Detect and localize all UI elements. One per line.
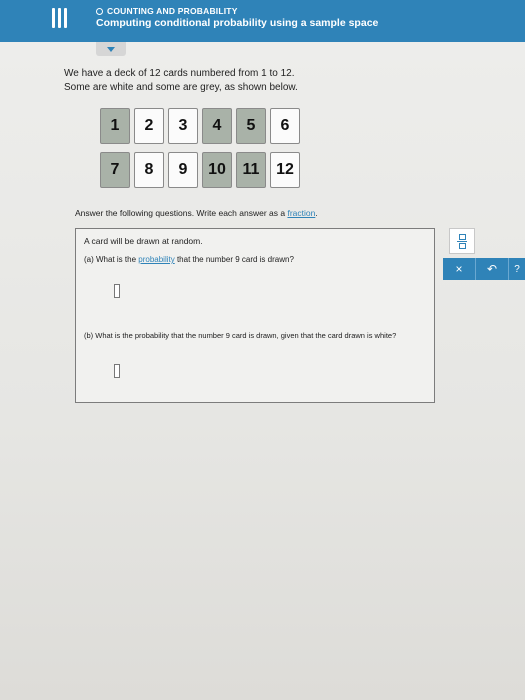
card-10: 10: [202, 152, 232, 188]
card-11: 11: [236, 152, 266, 188]
question-a-suffix: that the number 9 card is drawn?: [174, 255, 294, 264]
header-bar: COUNTING AND PROBABILITY Computing condi…: [0, 0, 525, 42]
cards-row-1: 123456: [100, 108, 300, 144]
card-12: 12: [270, 152, 300, 188]
card-8: 8: [134, 152, 164, 188]
instruction-prefix: Answer the following questions. Write ea…: [75, 208, 288, 218]
fraction-icon: [457, 233, 467, 249]
intro-line-2: Some are white and some are grey, as sho…: [64, 82, 298, 93]
instruction-text: Answer the following questions. Write ea…: [75, 208, 318, 218]
undo-icon: ↶: [486, 262, 498, 276]
question-box: A card will be drawn at random. (a) What…: [75, 228, 435, 403]
collapse-tab[interactable]: [96, 42, 126, 56]
card-7: 7: [100, 152, 130, 188]
card-9: 9: [168, 152, 198, 188]
answer-b-input[interactable]: [114, 364, 120, 378]
card-4: 4: [202, 108, 232, 144]
topic-text: COUNTING AND PROBABILITY: [107, 6, 238, 16]
card-2: 2: [134, 108, 164, 144]
fraction-button[interactable]: [449, 228, 475, 254]
tool-bar: × ↶ ?: [443, 258, 525, 280]
cards-row-2: 7 8 9 10 11 12: [100, 152, 300, 188]
card-3: 3: [168, 108, 198, 144]
question-b: (b) What is the probability that the num…: [84, 331, 397, 340]
page-title: Computing conditional probability using …: [96, 17, 379, 29]
help-button[interactable]: ?: [509, 258, 525, 280]
page: COUNTING AND PROBABILITY Computing condi…: [0, 0, 525, 700]
problem-intro: We have a deck of 12 cards numbered from…: [64, 67, 298, 95]
fraction-link[interactable]: fraction: [287, 208, 315, 218]
chevron-down-icon: [107, 46, 115, 52]
card-6: 6: [270, 108, 300, 144]
card-1: 1: [100, 108, 130, 144]
card-5: 5: [236, 108, 266, 144]
circle-icon: [96, 7, 103, 15]
close-icon: ×: [455, 262, 463, 276]
undo-button[interactable]: ↶: [476, 258, 509, 280]
topic-label: COUNTING AND PROBABILITY: [96, 6, 238, 16]
help-icon: ?: [514, 263, 520, 275]
hamburger-icon[interactable]: [52, 8, 68, 30]
question-a-prefix: (a) What is the: [84, 255, 139, 264]
question-intro: A card will be drawn at random.: [84, 236, 203, 246]
question-a: (a) What is the probability that the num…: [84, 255, 294, 264]
answer-a-input[interactable]: [114, 284, 120, 298]
clear-button[interactable]: ×: [443, 258, 476, 280]
probability-link[interactable]: probability: [138, 255, 174, 264]
intro-line-1: We have a deck of 12 cards numbered from…: [64, 68, 295, 79]
instruction-suffix: .: [315, 208, 318, 218]
